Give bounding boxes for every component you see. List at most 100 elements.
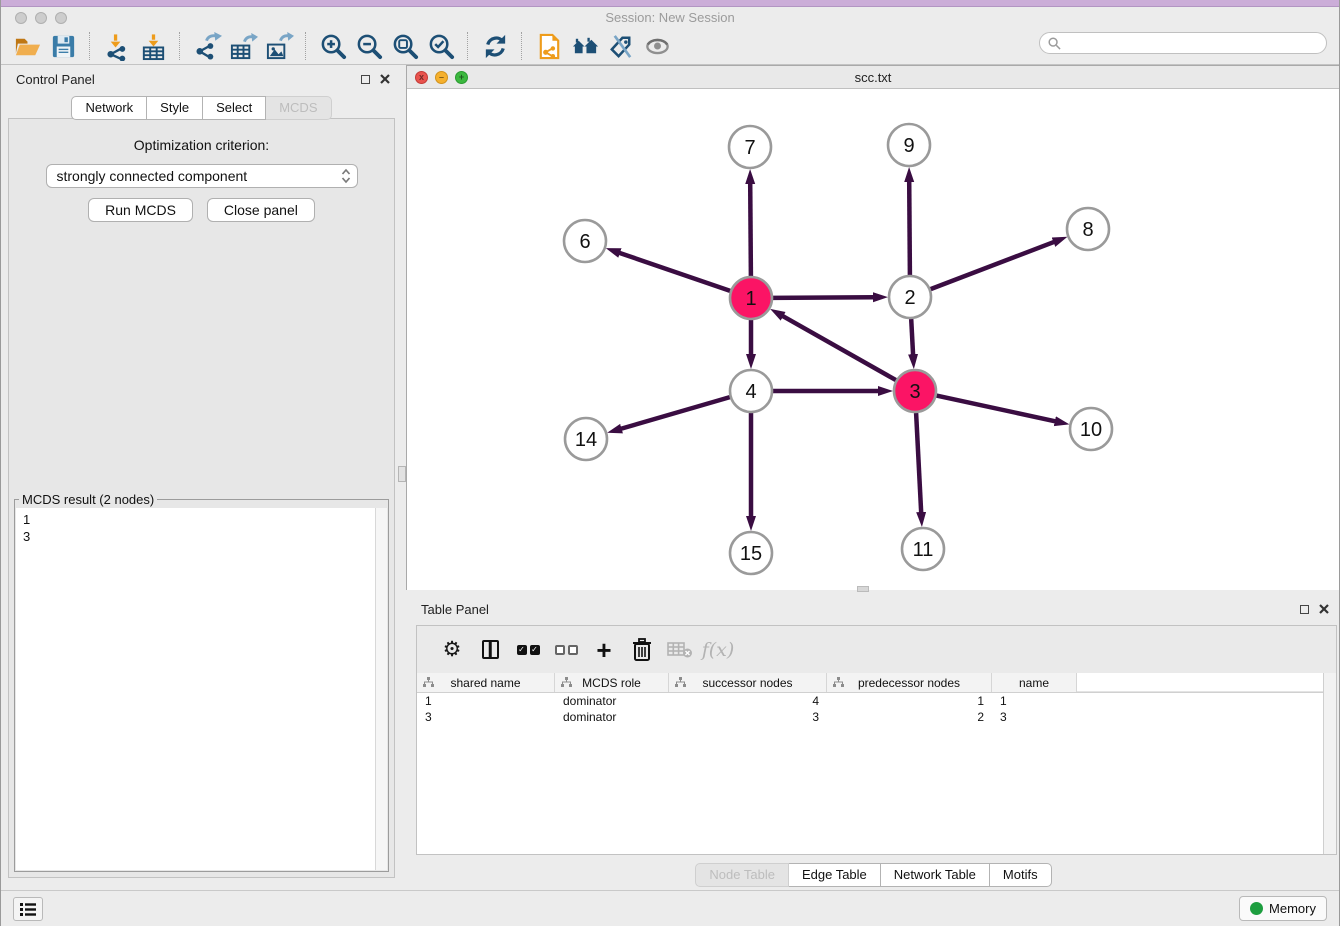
table-toolbar: ⚙ ✓✓ + f(x) [417,626,1336,673]
graphics-details-eye-icon[interactable] [639,30,675,62]
column-header-predecessor-nodes[interactable]: predecessor nodes [827,673,992,692]
stepper-arrows-icon [341,168,351,184]
cell-successor-nodes[interactable]: 4 [669,693,827,709]
run-mcds-button[interactable]: Run MCDS [88,198,193,222]
tab-network-table[interactable]: Network Table [881,863,990,887]
column-header-successor-nodes[interactable]: successor nodes [669,673,827,692]
graph-node-label: 9 [903,135,914,157]
application-window: Session: New Session [0,0,1340,926]
select-all-columns-icon[interactable]: ✓✓ [509,634,547,666]
table-scrollbar[interactable] [1323,673,1336,854]
tab-motifs[interactable]: Motifs [990,863,1052,887]
cell-shared-name[interactable]: 3 [417,709,555,725]
tab-select[interactable]: Select [203,96,266,120]
graph-edge-2-9[interactable] [909,181,910,275]
graph-edge-2-3[interactable] [911,319,913,355]
delete-column-icon[interactable] [623,634,661,666]
graph-edge-2-8[interactable] [931,242,1055,289]
zoom-out-icon[interactable] [351,30,387,62]
column-header-mcds-role[interactable]: MCDS role [555,673,669,692]
cell-predecessor-nodes[interactable]: 2 [827,709,992,725]
export-table-icon[interactable] [225,30,261,62]
deselect-all-columns-icon[interactable] [547,634,585,666]
graph-edge-3-1[interactable] [782,316,896,380]
save-session-icon[interactable] [45,30,81,62]
graph-node-label: 3 [909,381,920,403]
labels-visibility-icon[interactable] [603,30,639,62]
app-titlebar: Session: New Session [1,7,1339,28]
result-scrollbar[interactable] [375,508,387,870]
graph-edge-4-14[interactable] [621,397,730,429]
close-panel-button[interactable]: Close panel [207,198,315,222]
close-panel-icon[interactable] [380,74,390,84]
minimize-view-icon[interactable]: – [435,71,448,84]
zoom-fit-icon[interactable] [387,30,423,62]
close-view-icon[interactable]: x [415,71,428,84]
cell-name[interactable]: 1 [992,693,1077,709]
double-home-icon[interactable] [567,30,603,62]
cell-mcds-role[interactable]: dominator [555,693,669,709]
cell-name[interactable]: 3 [992,709,1077,725]
cell-mcds-role[interactable]: dominator [555,709,669,725]
maximize-view-icon[interactable]: + [455,71,468,84]
graph-edge-3-10[interactable] [937,396,1056,422]
table-panel: Table Panel ⚙ ✓✓ + f(x) [406,595,1340,890]
table-row[interactable]: 3 dominator 3 2 3 [417,709,1336,725]
tab-network[interactable]: Network [71,96,147,120]
graph-node-label: 8 [1082,219,1093,241]
graph-edge-1-6[interactable] [619,253,730,291]
table-settings-gear-icon[interactable]: ⚙ [433,634,471,666]
tab-node-table[interactable]: Node Table [695,863,789,887]
zoom-selected-icon[interactable] [423,30,459,62]
control-panel-title: Control Panel [16,72,95,87]
criterion-select[interactable]: strongly connected component [46,164,358,188]
control-panel-header: Control Panel [1,65,402,93]
document-network-icon[interactable] [531,30,567,62]
horizontal-scrollbar[interactable] [857,586,869,592]
column-selector-icon[interactable] [471,634,509,666]
float-table-panel-icon[interactable] [1300,605,1309,614]
cell-predecessor-nodes[interactable]: 1 [827,693,992,709]
network-view-window: x – + scc.txt 7968124314101511 [406,65,1340,590]
refresh-layout-icon[interactable] [477,30,513,62]
desktop-strip [1,0,1339,7]
tab-edge-table[interactable]: Edge Table [789,863,881,887]
tab-mcds[interactable]: MCDS [266,96,331,120]
toolbar-separator [89,32,91,60]
column-header-name[interactable]: name [992,673,1077,692]
task-history-button[interactable] [13,897,43,921]
cell-shared-name[interactable]: 1 [417,693,555,709]
network-window-titlebar: x – + scc.txt [407,66,1339,89]
control-panel-tabs: Network Style Select MCDS [1,96,402,120]
cell-successor-nodes[interactable]: 3 [669,709,827,725]
import-network-icon[interactable] [99,30,135,62]
graph-edge-3-11[interactable] [916,413,921,513]
import-table-icon[interactable] [135,30,171,62]
graph-canvas[interactable]: 7968124314101511 [407,89,1339,590]
memory-button[interactable]: Memory [1239,896,1327,921]
mcds-result-title: MCDS result (2 nodes) [19,492,157,507]
zoom-in-icon[interactable] [315,30,351,62]
graph-node-label: 11 [913,539,934,561]
column-header-shared-name[interactable]: shared name [417,673,555,692]
float-panel-icon[interactable] [361,75,370,84]
table-header-filler [1077,673,1336,692]
graph-node-label: 15 [740,543,762,565]
search-input[interactable] [1066,35,1326,51]
export-network-icon[interactable] [189,30,225,62]
result-line: 3 [23,528,387,545]
graph-node-label: 10 [1080,419,1102,441]
mcds-result-textarea[interactable]: 1 3 [16,508,387,870]
close-table-panel-icon[interactable] [1319,604,1329,614]
tab-style[interactable]: Style [147,96,203,120]
export-image-icon[interactable] [261,30,297,62]
add-column-icon[interactable]: + [585,634,623,666]
open-session-icon[interactable] [9,30,45,62]
graph-node-label: 7 [744,137,755,159]
node-table-container: ⚙ ✓✓ + f(x) shared name [416,625,1337,855]
graph-node-label: 4 [745,381,756,403]
table-row[interactable]: 1 dominator 4 1 1 [417,693,1336,709]
split-divider-grip[interactable] [398,466,406,482]
graph-edge-1-7[interactable] [750,183,751,276]
graph-edge-1-2[interactable] [773,297,874,298]
